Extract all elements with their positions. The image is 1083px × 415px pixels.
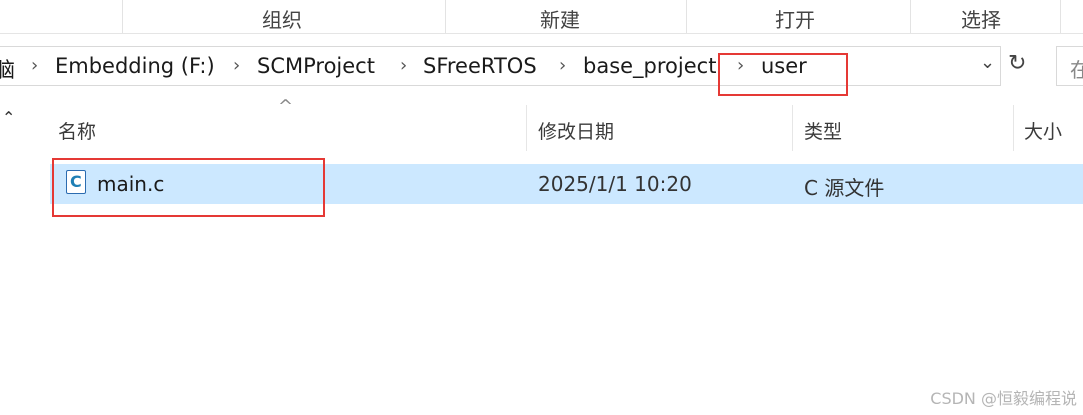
ribbon-group-new[interactable]: 新建 [540, 4, 580, 33]
breadcrumb-drive[interactable]: Embedding (F:) [55, 54, 215, 78]
chevron-down-icon[interactable]: ⌄ [980, 52, 995, 73]
breadcrumb-sfreertos[interactable]: SFreeRTOS [423, 54, 537, 78]
file-type: C 源文件 [804, 176, 885, 200]
search-box[interactable]: 在 [1056, 46, 1083, 86]
column-header-type[interactable]: 类型 [804, 117, 842, 163]
file-modified: 2025/1/1 10:20 [538, 172, 692, 196]
column-divider[interactable] [526, 105, 527, 151]
chevron-right-icon[interactable]: › [559, 55, 566, 76]
breadcrumb-base-project[interactable]: base_project [583, 54, 716, 78]
chevron-right-icon[interactable]: › [400, 55, 407, 76]
collapse-up-icon[interactable]: ⌃ [2, 108, 15, 127]
highlight-box-user [718, 53, 848, 96]
column-header-name[interactable]: 名称 [58, 117, 96, 163]
ribbon-divider [445, 0, 446, 33]
search-placeholder: 在 [1070, 58, 1083, 82]
address-bar[interactable]: 脑 › Embedding (F:) › SCMProject › SFreeR… [0, 46, 1001, 86]
ribbon-group-select[interactable]: 选择 [961, 4, 1001, 33]
sort-up-icon: ^ [278, 96, 294, 117]
refresh-icon[interactable]: ↻ [1008, 51, 1026, 76]
breadcrumb-scmproject[interactable]: SCMProject [257, 54, 375, 78]
ribbon-divider [686, 0, 687, 33]
column-header-size[interactable]: 大小 [1024, 117, 1062, 163]
column-divider[interactable] [792, 105, 793, 151]
command-ribbon: 组织 新建 打开 选择 [0, 0, 1083, 34]
breadcrumb-this-pc[interactable]: 脑 [0, 54, 15, 84]
column-header-modified[interactable]: 修改日期 [538, 117, 614, 163]
ribbon-divider [122, 0, 123, 33]
watermark: CSDN @恒毅编程说 [930, 389, 1077, 408]
ribbon-divider [1060, 0, 1061, 33]
ribbon-divider [910, 0, 911, 33]
ribbon-group-open[interactable]: 打开 [775, 4, 815, 33]
chevron-right-icon[interactable]: › [31, 55, 38, 76]
chevron-right-icon[interactable]: › [233, 55, 240, 76]
ribbon-group-organize[interactable]: 组织 [262, 4, 302, 33]
highlight-box-main-c [52, 158, 325, 217]
column-divider[interactable] [1013, 105, 1014, 151]
